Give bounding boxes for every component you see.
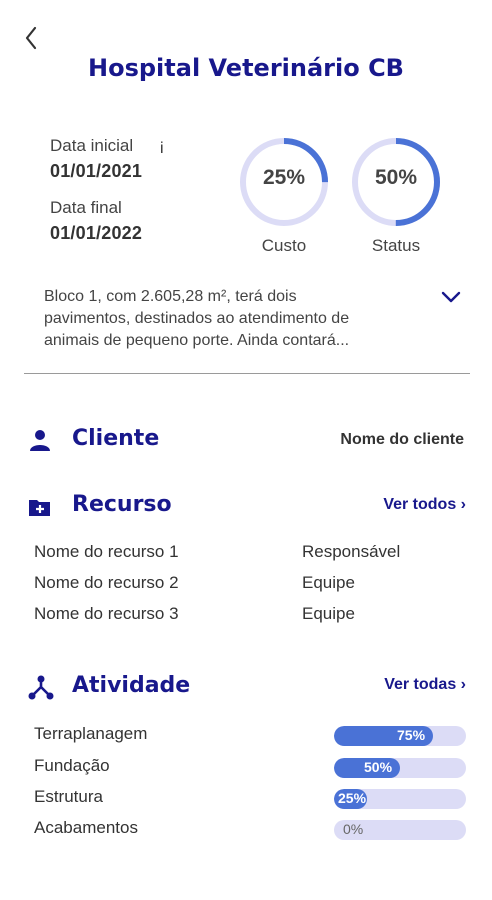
cost-gauge: 25% Custo xyxy=(238,136,330,256)
see-all-activities-label: Ver todas xyxy=(384,676,457,693)
resource-section-title: Recurso xyxy=(72,492,172,517)
resource-role: Equipe xyxy=(302,604,355,623)
expand-description-button[interactable] xyxy=(438,286,464,308)
status-gauge: 50% Status xyxy=(350,136,442,256)
folder-plus-icon xyxy=(28,496,52,520)
progress-percent: 50% xyxy=(364,759,393,775)
resource-name: Nome do recurso 3 xyxy=(34,604,179,623)
activity-progress-bar: 25% xyxy=(334,789,466,809)
end-date-value: 01/01/2022 xyxy=(50,223,143,243)
resource-name: Nome do recurso 2 xyxy=(34,573,179,592)
resource-name: Nome do recurso 1 xyxy=(34,542,179,561)
end-date-label: Data final xyxy=(50,198,122,217)
see-all-resources-link[interactable]: Ver todos › xyxy=(383,496,466,514)
client-name: Nome do cliente xyxy=(340,431,464,448)
activity-progress-bar: 75% xyxy=(334,726,466,746)
cost-gauge-value: 25% xyxy=(262,166,306,189)
page-title: Hospital Veterinário CB xyxy=(88,54,404,82)
resource-role: Responsável xyxy=(302,542,401,561)
progress-percent: 0% xyxy=(343,821,364,837)
start-date-label: Data inicial xyxy=(50,136,134,155)
activity-name: Estrutura xyxy=(34,787,103,806)
start-date-value: 01/01/2021 xyxy=(50,161,143,181)
see-all-resources-label: Ver todos xyxy=(383,496,457,513)
client-section-title: Cliente xyxy=(72,426,160,451)
divider xyxy=(24,373,470,374)
activity-name: Fundação xyxy=(34,756,110,775)
see-all-activities-link[interactable]: Ver todas › xyxy=(384,676,466,694)
status-gauge-label: Status xyxy=(371,236,421,255)
resource-role: Equipe xyxy=(302,573,355,592)
activity-progress-bar: 0% xyxy=(334,820,466,840)
person-icon xyxy=(28,428,52,452)
network-icon xyxy=(28,674,54,700)
chevron-right-icon: › xyxy=(460,676,466,693)
status-gauge-value: 50% xyxy=(374,166,418,189)
chevron-down-icon xyxy=(441,291,461,303)
info-icon[interactable]: i xyxy=(160,140,164,158)
cost-gauge-label: Custo xyxy=(261,236,307,255)
back-button[interactable] xyxy=(20,24,44,52)
dates-block: Data inicial 01/01/2021 Data final 01/01… xyxy=(50,136,142,244)
activity-progress-bar: 50% xyxy=(334,758,466,778)
description-line: animais de pequeno porte. Ainda contará.… xyxy=(44,332,350,349)
description-line: pavimentos, destinados ao atendimento de xyxy=(44,310,350,327)
project-description: Bloco 1, com 2.605,28 m², terá dois pavi… xyxy=(44,286,424,352)
activity-name: Terraplanagem xyxy=(34,724,148,743)
description-line: Bloco 1, com 2.605,28 m², terá dois xyxy=(44,288,297,305)
activity-section-title: Atividade xyxy=(72,673,191,698)
progress-percent: 25% xyxy=(338,790,367,806)
chevron-left-icon xyxy=(25,26,37,50)
activity-name: Acabamentos xyxy=(34,818,138,837)
progress-percent: 75% xyxy=(397,727,426,743)
chevron-right-icon: › xyxy=(460,496,466,513)
